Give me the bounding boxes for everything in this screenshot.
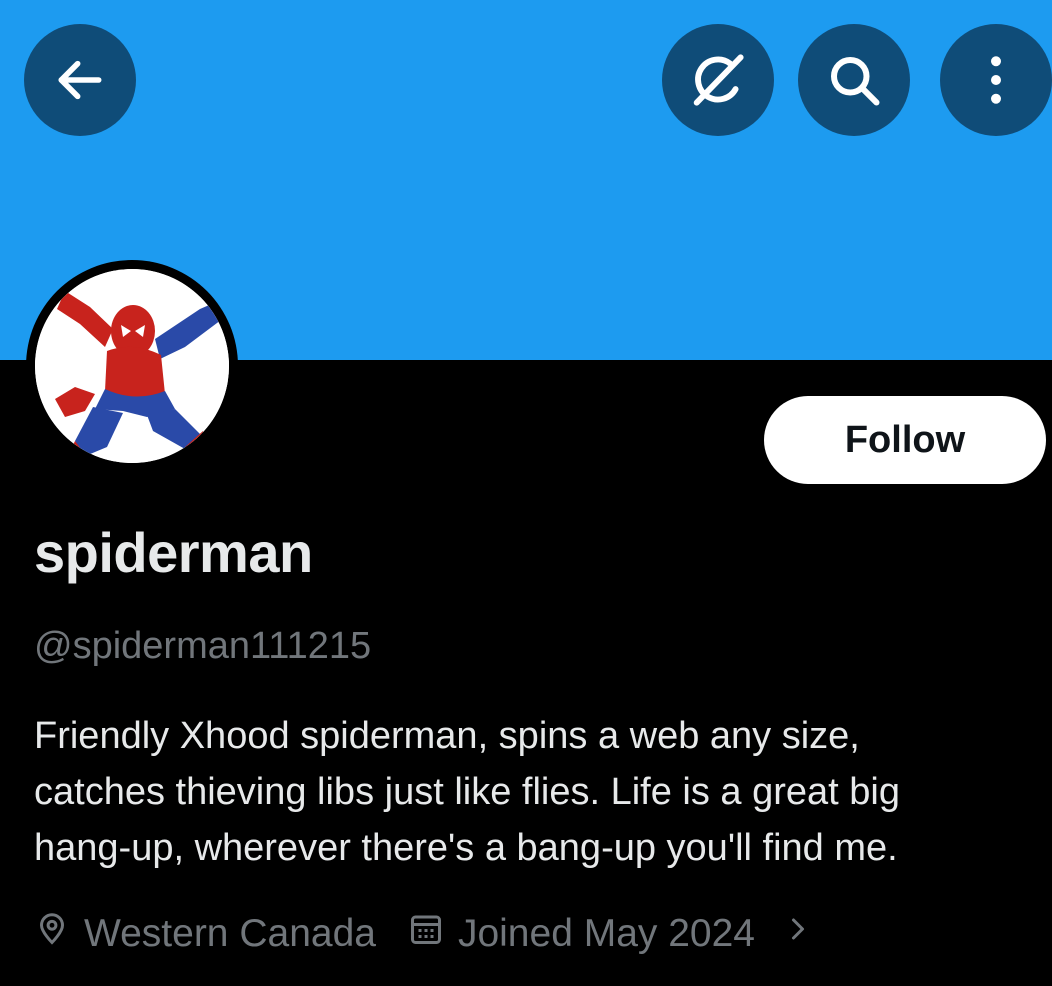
- follow-button[interactable]: Follow: [764, 396, 1046, 484]
- chevron-right-icon: [785, 911, 825, 957]
- arrow-left-icon: [52, 52, 108, 108]
- location-item: Western Canada: [34, 911, 376, 957]
- grok-slash-circle-icon: [686, 48, 750, 112]
- more-options-button[interactable]: [940, 24, 1052, 136]
- avatar-image: [35, 269, 229, 463]
- joined-text: Joined May 2024: [457, 912, 755, 955]
- user-handle: @spiderman111215: [34, 625, 372, 667]
- profile-bio: Friendly Xhood spiderman, spins a web an…: [34, 715, 900, 869]
- search-icon: [824, 50, 884, 110]
- location-pin-icon: [34, 911, 84, 957]
- profile-meta: Western Canada Joined May 2024: [34, 908, 825, 960]
- avatar[interactable]: [26, 260, 238, 472]
- grok-button[interactable]: [662, 24, 774, 136]
- display-name: spiderman: [34, 521, 313, 584]
- calendar-icon: [408, 911, 458, 957]
- back-button[interactable]: [24, 24, 136, 136]
- location-text: Western Canada: [84, 912, 376, 955]
- joined-item[interactable]: Joined May 2024: [408, 911, 825, 957]
- more-vertical-icon: [966, 50, 1026, 110]
- search-button[interactable]: [798, 24, 910, 136]
